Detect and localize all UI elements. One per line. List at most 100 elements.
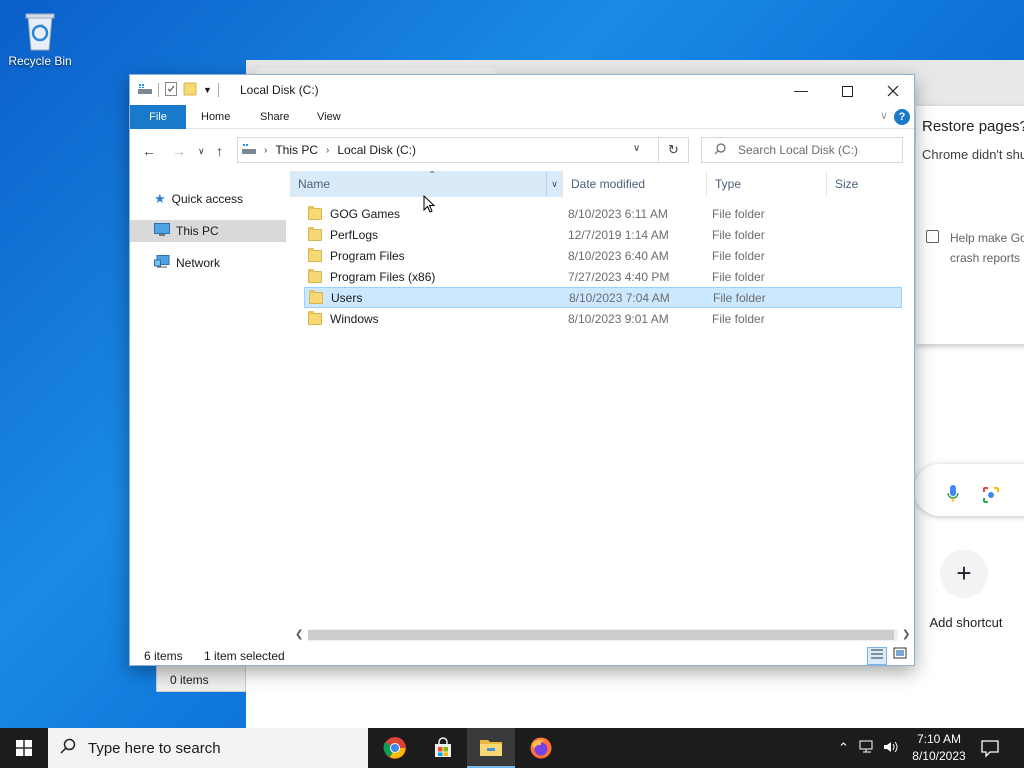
nav-label-quick-access: Quick access [171, 192, 244, 206]
clock-time: 7:10 AM [916, 732, 962, 746]
microphone-icon[interactable] [946, 484, 960, 504]
file-explorer-icon [480, 740, 502, 756]
row-name: Windows [330, 311, 379, 326]
table-row[interactable]: Program Files 8/10/2023 6:40 AM File fol… [304, 245, 902, 266]
breadcrumb-chevron-icon[interactable]: › [264, 145, 267, 156]
quick-access-toolbar: ▼ [138, 81, 219, 99]
ribbon-tabs: File Home Share View ∨ ? [130, 105, 914, 129]
status-bar: 6 items 1 item selected [130, 645, 916, 667]
help-text-line-1: Help make Go [950, 231, 1024, 245]
window-title: Local Disk (C:) [240, 83, 319, 97]
search-input[interactable] [738, 143, 888, 157]
new-folder-icon[interactable] [183, 82, 197, 99]
toolbar-separator-2 [217, 83, 219, 97]
windows-logo-icon [16, 740, 32, 756]
tab-view[interactable]: View [303, 105, 355, 129]
scroll-left-icon[interactable]: ❮ [295, 627, 303, 643]
table-row[interactable]: Program Files (x86) 7/27/2023 4:40 PM Fi… [304, 266, 902, 287]
folder-icon [309, 289, 323, 304]
row-date: 7/27/2023 4:40 PM [568, 269, 670, 284]
system-tray: ⌃ [838, 728, 899, 768]
taskbar-firefox[interactable] [517, 728, 565, 768]
breadcrumb-chevron-icon-2[interactable]: › [326, 145, 329, 156]
volume-icon[interactable] [883, 740, 899, 757]
close-button[interactable] [870, 75, 916, 105]
show-hidden-icons-icon[interactable]: ⌃ [838, 740, 849, 756]
forward-arrow-icon[interactable]: → [172, 143, 186, 159]
maximize-button[interactable] [824, 75, 870, 105]
details-view-icon[interactable] [867, 647, 887, 665]
column-filter-dropdown-icon[interactable]: ∨ [546, 171, 562, 197]
nav-label-network: Network [176, 256, 221, 270]
search-icon [60, 738, 76, 758]
column-header-date[interactable]: Date modified [562, 171, 706, 197]
store-icon [435, 737, 451, 757]
search-box[interactable] [701, 137, 903, 163]
address-bar[interactable]: › This PC › Local Disk (C:) [237, 137, 659, 163]
up-arrow-icon[interactable]: ↑ [216, 143, 223, 159]
folder-icon [308, 226, 322, 241]
folder-icon [308, 247, 322, 262]
large-icons-view-icon[interactable] [890, 647, 910, 665]
refresh-button[interactable]: ↻ [659, 137, 689, 163]
tab-home[interactable]: Home [187, 105, 244, 129]
navigation-bar: ← → ∨ ↑ › This PC › Local Disk (C:) ∨ ↻ [130, 129, 914, 171]
start-button[interactable] [0, 728, 48, 768]
nav-item-this-pc[interactable]: This PC [130, 220, 286, 242]
table-row[interactable]: Windows 8/10/2023 9:01 AM File folder [304, 308, 902, 329]
notification-center-icon[interactable] [980, 738, 1000, 758]
google-search-bar[interactable] [914, 464, 1024, 516]
column-header-type[interactable]: Type [706, 171, 826, 197]
star-icon: ★ [154, 191, 166, 206]
table-row-selected[interactable]: Users 8/10/2023 7:04 AM File folder [304, 287, 902, 308]
recycle-bin-label: Recycle Bin [8, 54, 72, 68]
expand-ribbon-icon[interactable]: ∨ [880, 109, 888, 122]
row-type: File folder [712, 206, 765, 221]
tab-file[interactable]: File [130, 105, 186, 129]
row-type: File folder [712, 248, 765, 263]
network-status-icon[interactable] [859, 740, 875, 757]
tab-share[interactable]: Share [246, 105, 303, 129]
chrome-icon [383, 737, 406, 759]
nav-item-quick-access[interactable]: ★ Quick access [130, 188, 286, 210]
properties-icon[interactable] [165, 81, 177, 99]
scroll-thumb[interactable] [308, 630, 894, 640]
file-explorer-window[interactable]: ▼ Local Disk (C:) — File Home Share View… [129, 74, 915, 666]
table-row[interactable]: GOG Games 8/10/2023 6:11 AM File folder [304, 203, 902, 224]
taskbar-search-box[interactable]: Type here to search [48, 728, 368, 768]
table-row[interactable]: PerfLogs 12/7/2019 1:14 AM File folder [304, 224, 902, 245]
back-arrow-icon[interactable]: ← [142, 143, 156, 159]
desktop-recycle-bin[interactable]: Recycle Bin [4, 8, 76, 68]
row-type: File folder [712, 227, 765, 242]
file-list: ⌃ Name ∨ Date modified Type Size GOG Gam… [290, 170, 916, 647]
add-shortcut-button[interactable]: + [940, 550, 988, 598]
recent-locations-icon[interactable]: ∨ [198, 146, 205, 157]
horizontal-scrollbar[interactable]: ❮ ❯ [290, 627, 916, 643]
taskbar-store[interactable] [419, 728, 467, 768]
title-bar[interactable]: ▼ Local Disk (C:) — [130, 75, 914, 105]
breadcrumb-this-pc[interactable]: This PC [275, 143, 318, 157]
taskbar-search-placeholder: Type here to search [88, 739, 221, 757]
column-header-name[interactable]: ⌃ Name ∨ [290, 170, 562, 197]
status-selected-count: 1 item selected [204, 649, 285, 663]
customize-toolbar-icon[interactable]: ▼ [203, 85, 212, 95]
help-checkbox[interactable] [926, 230, 939, 243]
breadcrumb-local-disk[interactable]: Local Disk (C:) [337, 143, 416, 157]
help-text: Help make Go crash reports a [950, 228, 1024, 268]
scroll-right-icon[interactable]: ❯ [902, 627, 910, 643]
help-icon[interactable]: ? [894, 109, 910, 125]
row-date: 8/10/2023 6:40 AM [568, 248, 669, 263]
column-header-size[interactable]: Size [826, 171, 906, 197]
taskbar-chrome[interactable] [371, 728, 419, 768]
add-shortcut-label: Add shortcut [929, 615, 1003, 630]
restore-text: Chrome didn't shu [922, 147, 1024, 162]
taskbar-clock[interactable]: 7:10 AM 8/10/2023 [904, 731, 974, 765]
clock-date: 8/10/2023 [912, 749, 966, 763]
row-date: 8/10/2023 7:04 AM [569, 290, 670, 305]
google-lens-icon[interactable] [982, 486, 1000, 504]
nav-item-network[interactable]: Network [130, 252, 286, 274]
address-dropdown-icon[interactable]: ∨ [633, 143, 640, 154]
taskbar-file-explorer[interactable] [467, 728, 515, 768]
column-label-name: Name [298, 177, 331, 191]
minimize-button[interactable]: — [778, 75, 824, 105]
